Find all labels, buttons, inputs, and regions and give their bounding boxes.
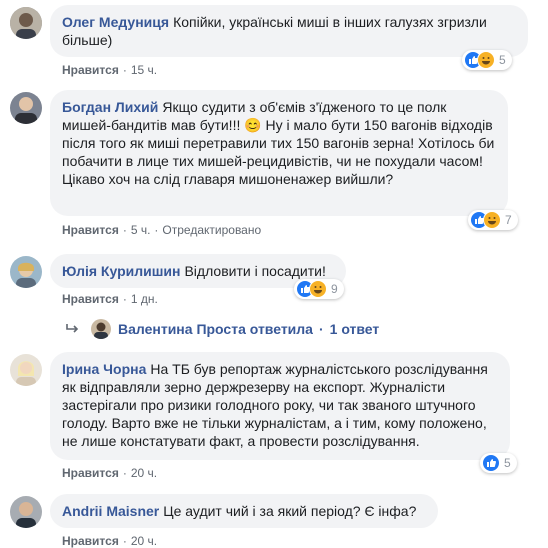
comment-meta: Нравится · 20 ч. bbox=[62, 534, 158, 548]
reaction-count: 7 bbox=[505, 213, 512, 227]
reactions-summary[interactable]: 7 bbox=[468, 210, 518, 230]
reply-avatar[interactable] bbox=[91, 319, 111, 339]
comment-meta: Нравится · 1 дн. bbox=[62, 292, 158, 306]
comment-bubble: Ірина Чорна На ТБ був репортаж журналістс… bbox=[50, 352, 510, 460]
reactions-summary[interactable]: 9 bbox=[294, 279, 344, 299]
like-button[interactable]: Нравится bbox=[62, 223, 119, 237]
avatar[interactable] bbox=[10, 7, 42, 39]
reply-count[interactable]: 1 ответ bbox=[330, 321, 380, 337]
comment-time[interactable]: 20 ч. bbox=[131, 534, 157, 548]
comment-author[interactable]: Andrii Maisner bbox=[62, 503, 159, 519]
reply-arrow-icon bbox=[66, 322, 80, 340]
like-reaction-icon bbox=[482, 454, 500, 472]
comment-text: Відловити і посадити! bbox=[184, 263, 326, 279]
reaction-count: 9 bbox=[331, 282, 338, 296]
avatar[interactable] bbox=[10, 354, 42, 386]
comment-time[interactable]: 20 ч. bbox=[131, 466, 157, 480]
comment-author[interactable]: Олег Медуниця bbox=[62, 14, 169, 30]
reactions-summary[interactable]: 5 bbox=[462, 50, 512, 70]
avatar[interactable] bbox=[10, 496, 42, 528]
reaction-count: 5 bbox=[499, 53, 506, 67]
comment-time[interactable]: 5 ч. bbox=[131, 223, 151, 237]
avatar[interactable] bbox=[10, 256, 42, 288]
comment-meta: Нравится · 20 ч. bbox=[62, 466, 158, 480]
reactions-summary[interactable]: 5 bbox=[480, 453, 517, 473]
comment-author[interactable]: Ірина Чорна bbox=[62, 361, 146, 377]
comment-text: Це аудит чий і за який період? Є інфа? bbox=[163, 503, 417, 519]
comment-time[interactable]: 1 дн. bbox=[131, 292, 158, 306]
haha-reaction-icon bbox=[483, 211, 501, 229]
like-button[interactable]: Нравится bbox=[62, 466, 119, 480]
haha-reaction-icon bbox=[477, 51, 495, 69]
haha-reaction-icon bbox=[309, 280, 327, 298]
reply-author[interactable]: Валентина Проста ответила bbox=[118, 321, 313, 337]
reaction-count: 5 bbox=[504, 456, 511, 470]
comment-author[interactable]: Богдан Лихий bbox=[62, 99, 158, 115]
comment-author[interactable]: Юлія Курилишин bbox=[62, 263, 180, 279]
edited-label[interactable]: Отредактировано bbox=[162, 223, 261, 237]
like-button[interactable]: Нравится bbox=[62, 63, 119, 77]
like-button[interactable]: Нравится bbox=[62, 292, 119, 306]
like-button[interactable]: Нравится bbox=[62, 534, 119, 548]
avatar[interactable] bbox=[10, 92, 42, 124]
comment-time[interactable]: 15 ч. bbox=[131, 63, 157, 77]
comment-bubble: Andrii Maisner Це аудит чий і за який пер… bbox=[50, 494, 438, 528]
comment-bubble: Олег Медуниця Копійки, українські миші в … bbox=[50, 5, 528, 57]
comment-meta: Нравится · 5 ч. · Отредактировано bbox=[62, 223, 262, 237]
comment-bubble: Богдан Лихий Якщо судити з об'ємів з'їдже… bbox=[50, 90, 508, 216]
replies-link[interactable]: Валентина Проста ответила · 1 ответ bbox=[118, 321, 379, 337]
comment-meta: Нравится · 15 ч. bbox=[62, 63, 158, 77]
